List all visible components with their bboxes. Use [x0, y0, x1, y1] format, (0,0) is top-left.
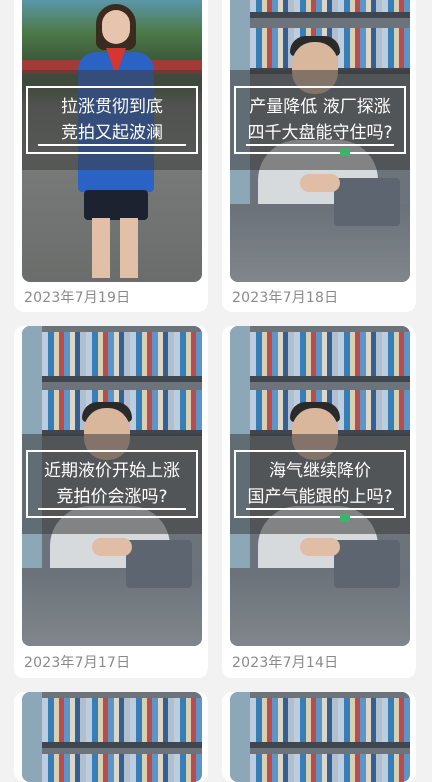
bookshelf-row — [250, 0, 410, 12]
caption-underline — [38, 508, 186, 510]
caption-line: 四千大盘能守住吗? — [247, 123, 393, 143]
laptop — [126, 540, 192, 588]
video-thumbnail[interactable]: 近期液价开始上涨 竞拍价会涨吗? — [22, 326, 202, 646]
person-face — [102, 10, 130, 44]
video-card[interactable]: 拉涨贯彻到底 竞拍又起波澜 2023年7月19日 — [14, 0, 208, 312]
person-leg — [120, 218, 138, 278]
person-hands — [92, 538, 132, 556]
video-thumbnail[interactable]: 海气继续降价 国产气能跟的上吗? — [230, 326, 410, 646]
caption-underline — [246, 144, 394, 146]
bookshelf-row — [250, 754, 410, 782]
video-card[interactable]: 海气继续降价 国产气能跟的上吗? 2023年7月14日 — [222, 326, 416, 678]
caption-line: 国产气能跟的上吗? — [247, 487, 393, 507]
caption-underline — [38, 144, 186, 146]
shelf-side — [22, 692, 42, 782]
video-date: 2023年7月18日 — [232, 290, 339, 306]
caption-box: 海气继续降价 国产气能跟的上吗? — [234, 450, 406, 518]
person-shorts — [84, 190, 148, 220]
caption-line: 产量降低 液厂探涨 — [249, 97, 391, 117]
caption-line: 拉涨贯彻到底 — [61, 97, 163, 117]
laptop — [334, 178, 400, 226]
shelf-board — [250, 376, 410, 382]
shelf-side — [230, 692, 250, 782]
shelf-board — [42, 742, 202, 748]
caption-line: 海气继续降价 — [269, 461, 371, 481]
video-thumbnail[interactable] — [230, 692, 410, 782]
bookshelf-row — [42, 698, 202, 742]
shelf-board — [250, 742, 410, 748]
shirt-logo-icon — [340, 148, 350, 156]
shelf-board — [250, 12, 410, 18]
person-hands — [300, 538, 340, 556]
bookshelf-row — [42, 332, 202, 376]
video-date: 2023年7月14日 — [232, 655, 339, 671]
video-card[interactable]: 近期液价开始上涨 竞拍价会涨吗? 2023年7月17日 — [14, 326, 208, 678]
caption-line: 近期液价开始上涨 — [44, 461, 180, 481]
video-thumbnail[interactable]: 拉涨贯彻到底 竞拍又起波澜 — [22, 0, 202, 282]
caption-box: 近期液价开始上涨 竞拍价会涨吗? — [26, 450, 198, 518]
caption-underline — [246, 508, 394, 510]
video-date: 2023年7月19日 — [24, 290, 131, 306]
bookshelf-row — [250, 698, 410, 742]
shelf-board — [42, 376, 202, 382]
caption-overlay: 拉涨贯彻到底 竞拍又起波澜 — [22, 70, 202, 170]
caption-overlay: 产量降低 液厂探涨 四千大盘能守住吗? — [230, 70, 410, 170]
caption-box: 拉涨贯彻到底 竞拍又起波澜 — [26, 86, 198, 154]
video-date: 2023年7月17日 — [24, 655, 131, 671]
video-thumbnail[interactable] — [22, 692, 202, 782]
person-hands — [300, 174, 340, 192]
caption-overlay: 近期液价开始上涨 竞拍价会涨吗? — [22, 434, 202, 534]
video-thumbnail[interactable]: 产量降低 液厂探涨 四千大盘能守住吗? — [230, 0, 410, 282]
laptop — [334, 540, 400, 588]
caption-line: 竞拍价会涨吗? — [56, 487, 168, 507]
video-card[interactable] — [14, 692, 208, 782]
caption-overlay: 海气继续降价 国产气能跟的上吗? — [230, 434, 410, 534]
video-card[interactable] — [222, 692, 416, 782]
person-leg — [92, 218, 110, 278]
caption-box: 产量降低 液厂探涨 四千大盘能守住吗? — [234, 86, 406, 154]
bookshelf-row — [42, 754, 202, 782]
video-card[interactable]: 产量降低 液厂探涨 四千大盘能守住吗? 2023年7月18日 — [222, 0, 416, 312]
shirt-logo-icon — [340, 514, 350, 522]
bookshelf-row — [250, 332, 410, 376]
caption-line: 竞拍又起波澜 — [61, 123, 163, 143]
